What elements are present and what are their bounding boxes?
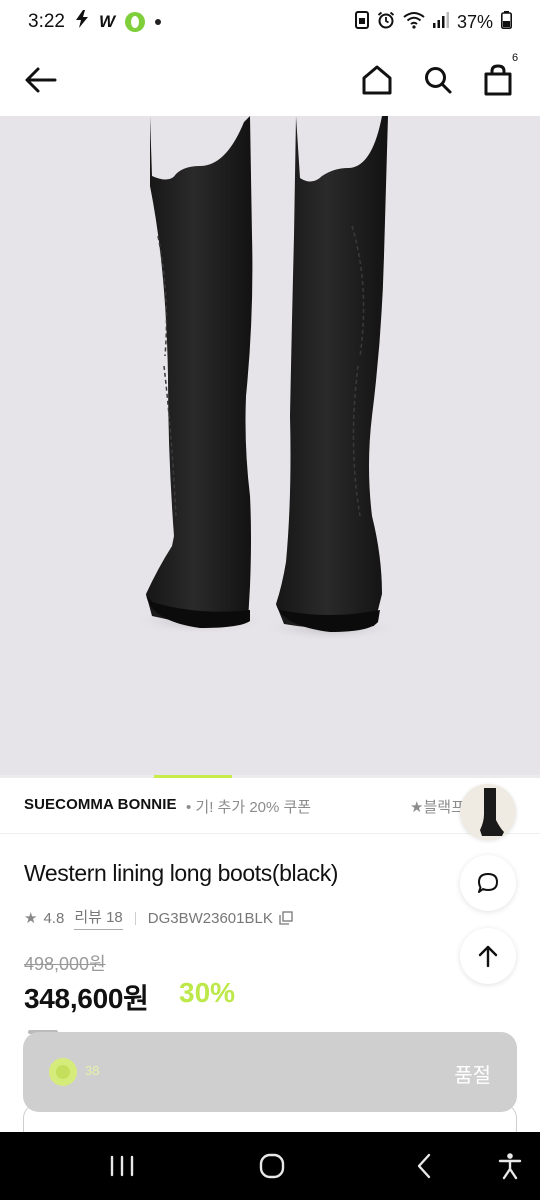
- product-meta: ★ 4.8 리뷰 18 DG3BW23601BLK: [24, 906, 293, 930]
- brand-promo-text: • 기! 추가 20% 쿠폰: [186, 799, 312, 816]
- boots-illustration: [130, 116, 400, 642]
- chat-icon: [478, 873, 498, 893]
- scroll-top-button[interactable]: [460, 928, 516, 984]
- sim-icon: [354, 10, 369, 34]
- back-button[interactable]: [18, 58, 62, 102]
- original-price: 498,000원: [24, 954, 106, 974]
- cart-button[interactable]: [476, 58, 520, 102]
- like-icon[interactable]: [49, 1058, 77, 1086]
- status-bar: 3:22 W 37%: [0, 0, 540, 44]
- like-count: 38: [85, 1063, 100, 1078]
- system-back-button[interactable]: [402, 1146, 446, 1186]
- nav-back-icon: [417, 1153, 431, 1179]
- boot-thumbnail-icon: [480, 788, 504, 836]
- sale-price: 348,600원: [24, 983, 149, 1014]
- more-notifications-icon: [155, 19, 162, 25]
- wifi-icon: [403, 11, 425, 34]
- app-header: [0, 44, 540, 116]
- review-link[interactable]: 리뷰 18: [74, 906, 123, 930]
- status-right: 37%: [354, 10, 512, 34]
- status-left: 3:22 W: [28, 10, 162, 34]
- system-nav-bar: [0, 1132, 540, 1200]
- meta-divider: [134, 911, 136, 925]
- rating-value: 4.8: [43, 909, 65, 927]
- discount-rate: 30%: [179, 977, 236, 1008]
- product-title: Western lining long boots(black): [24, 860, 339, 886]
- battery-icon: [501, 10, 512, 34]
- copy-icon[interactable]: [279, 911, 293, 925]
- home-icon: [362, 65, 392, 95]
- accessibility-icon: [498, 1153, 522, 1180]
- home-button[interactable]: [355, 58, 399, 102]
- search-button[interactable]: [416, 58, 460, 102]
- brand-row[interactable]: SUECOMMA BONNIE • 기! 추가 20% 쿠폰 ★블랙프: [0, 778, 540, 834]
- recents-button[interactable]: [100, 1146, 144, 1186]
- cart-count-badge: 6: [512, 52, 519, 64]
- purchase-bar[interactable]: 38 품절: [23, 1032, 517, 1112]
- home-circle-icon: [259, 1153, 285, 1179]
- app-notification-icon: [125, 12, 146, 32]
- brand-name[interactable]: SUECOMMA BONNIE: [24, 796, 177, 813]
- system-home-button[interactable]: [250, 1146, 294, 1186]
- arrow-up-icon: [478, 945, 498, 968]
- product-image[interactable]: [0, 116, 540, 778]
- signal-icon: [432, 11, 449, 33]
- sold-out-button[interactable]: 품절: [454, 1059, 491, 1088]
- chat-button[interactable]: [460, 855, 516, 911]
- back-arrow-icon: [25, 67, 57, 93]
- status-time: 3:22: [28, 11, 65, 32]
- recents-icon: [110, 1155, 134, 1177]
- product-code: DG3BW23601BLK: [147, 909, 273, 927]
- recent-product-thumbnail[interactable]: [460, 784, 516, 840]
- shopping-bag-icon: [484, 64, 512, 96]
- star-icon: ★: [24, 910, 38, 927]
- alarm-icon: [377, 11, 395, 34]
- search-icon: [425, 67, 452, 94]
- accessibility-button[interactable]: [488, 1146, 532, 1186]
- w-app-icon: W: [98, 12, 116, 31]
- battery-percent: 37%: [456, 11, 493, 32]
- flash-icon: [75, 10, 89, 34]
- brand-promo-secondary: ★블랙프: [410, 799, 465, 816]
